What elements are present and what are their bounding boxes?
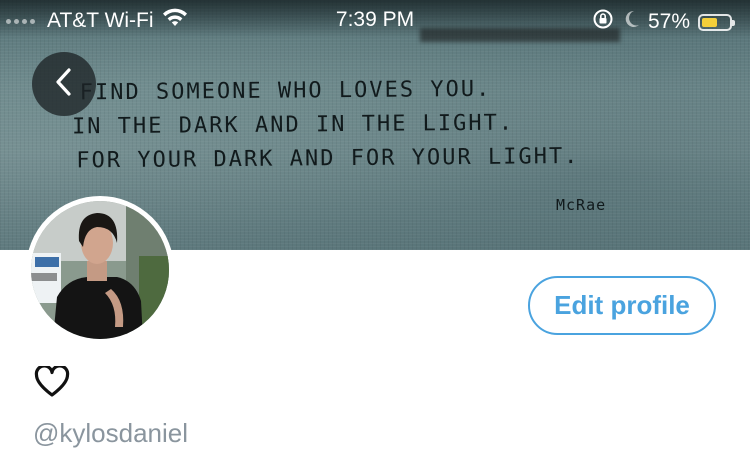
- moon-icon: [622, 9, 640, 35]
- quote-signature: McRae: [556, 196, 607, 214]
- status-bar-right: 57%: [592, 8, 735, 36]
- back-button[interactable]: [32, 52, 96, 116]
- battery-percent: 57%: [647, 10, 690, 33]
- battery-level: [702, 17, 717, 27]
- chevron-left-icon: [53, 67, 75, 102]
- avatar[interactable]: [26, 196, 174, 344]
- heart-outline-icon: [34, 364, 70, 402]
- avatar-photo: [31, 201, 169, 339]
- quote-line: For your dark and for your light.: [76, 144, 580, 174]
- banner-quote: Find someone who loves you. In the dark …: [72, 72, 633, 179]
- quote-line: Find someone who loves you.: [79, 76, 492, 106]
- edit-profile-button[interactable]: Edit profile: [528, 276, 716, 335]
- quote-line: In the dark and in the light.: [71, 110, 515, 140]
- orientation-lock-icon: [592, 8, 614, 36]
- battery-icon: [698, 13, 735, 31]
- display-name: [34, 364, 70, 403]
- profile-handle: @kylosdaniel: [33, 418, 189, 448]
- status-bar: AT&T Wi-Fi 7:39 PM 57%: [0, 0, 750, 40]
